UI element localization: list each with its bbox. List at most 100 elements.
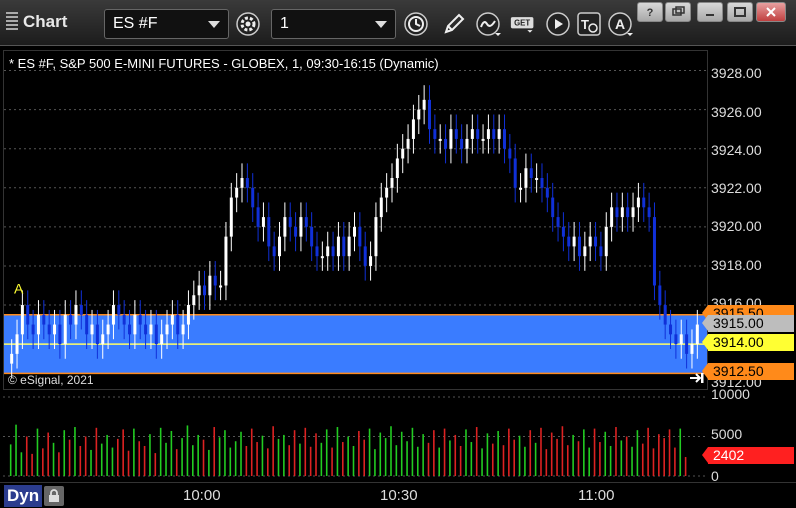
price-bar <box>540 178 544 188</box>
price-bar <box>53 324 57 335</box>
price-bar <box>85 314 89 335</box>
alert-icon: A <box>608 12 633 36</box>
play-button[interactable] <box>543 9 573 39</box>
last-volume-tag: 2402 <box>702 447 794 464</box>
price-bar <box>160 334 164 345</box>
restore-button[interactable] <box>665 2 691 22</box>
price-bar <box>620 207 624 218</box>
price-bar <box>642 197 646 208</box>
get-data-button[interactable]: GET <box>506 9 540 39</box>
lock-icon <box>49 489 59 502</box>
time-tick: 11:00 <box>578 487 615 504</box>
price-bar <box>663 305 667 325</box>
price-bar <box>336 236 340 257</box>
price-bar <box>331 246 335 257</box>
symbol-select[interactable]: ES #F <box>104 9 229 39</box>
price-bar <box>347 236 351 257</box>
price-bar <box>15 334 19 354</box>
price-bar <box>106 324 110 335</box>
price-bar <box>369 256 373 266</box>
svg-text:A: A <box>615 16 625 32</box>
lock-button[interactable] <box>44 486 64 506</box>
price-bar <box>529 168 533 179</box>
price-bar <box>577 236 581 257</box>
study-wave-icon <box>476 12 501 36</box>
alert-button[interactable]: A <box>605 9 635 39</box>
minimize-button[interactable] <box>697 2 723 22</box>
window-title[interactable]: Chart <box>6 12 67 32</box>
draw-tool-button[interactable] <box>439 9 469 39</box>
price-bar <box>245 178 249 188</box>
price-bar <box>133 314 137 335</box>
studies-button[interactable] <box>473 9 503 39</box>
volume-tick: 10000 <box>711 386 750 402</box>
close-button[interactable] <box>756 2 786 22</box>
price-bar <box>197 285 201 296</box>
price-bar <box>524 168 528 188</box>
price-bar <box>508 148 512 159</box>
symbol-value: ES #F <box>113 15 158 32</box>
price-bar <box>10 353 14 364</box>
interval-settings-button[interactable] <box>401 9 431 39</box>
volume-pane[interactable] <box>3 395 708 482</box>
price-tick: 3918.00 <box>711 257 762 273</box>
price-bar <box>353 226 356 237</box>
price-bar <box>685 334 689 354</box>
price-axis[interactable]: 3928.00 3926.00 3924.00 3922.00 3920.00 … <box>702 50 796 390</box>
price-bar <box>20 305 24 335</box>
price-bar <box>422 99 426 110</box>
price-bar <box>438 138 442 141</box>
maximize-button[interactable] <box>727 2 753 22</box>
toolbar: Chart ES #F 1 GET T A ? <box>0 0 796 46</box>
price-bar <box>283 217 287 237</box>
band-mid-tag: 3914.00 <box>702 334 794 351</box>
help-button[interactable]: ? <box>637 2 663 22</box>
price-bar <box>460 138 464 149</box>
time-axis[interactable]: Dyn 10:00 10:30 11:00 <box>0 482 796 508</box>
price-bar <box>401 148 405 159</box>
price-bar <box>636 197 640 208</box>
price-bar <box>647 207 651 218</box>
price-bar <box>256 207 260 227</box>
price-bar <box>278 236 282 257</box>
drag-grip-icon[interactable] <box>6 12 18 32</box>
price-bar <box>556 217 560 227</box>
price-bar <box>176 314 180 335</box>
price-bar <box>545 187 549 198</box>
price-bar <box>224 236 228 286</box>
interval-select[interactable]: 1 <box>271 9 396 39</box>
price-bar <box>122 314 126 325</box>
symbol-settings-button[interactable] <box>233 9 263 39</box>
price-tick: 3924.00 <box>711 142 762 158</box>
price-bar <box>594 236 598 247</box>
volume-axis[interactable]: 10000 5000 0 2402 <box>702 386 796 484</box>
price-bar <box>411 119 415 139</box>
price-bar <box>320 256 324 259</box>
price-bar <box>551 197 555 218</box>
svg-text:GET: GET <box>514 19 530 28</box>
price-bar <box>690 344 694 354</box>
price-bar <box>561 226 565 237</box>
price-bar <box>235 187 239 198</box>
price-chart-pane[interactable]: A * ES #F, S&P 500 E-MINI FUTURES - GLOB… <box>3 50 708 390</box>
price-bar <box>610 207 614 227</box>
price-bar <box>272 246 276 257</box>
price-bar <box>26 305 30 325</box>
price-bar <box>449 129 453 149</box>
time-sync-icon: T <box>577 12 601 36</box>
time-sync-button[interactable]: T <box>574 9 604 39</box>
price-bar <box>144 324 148 335</box>
last-price-tag: 3915.00 <box>702 315 794 332</box>
price-bar <box>363 246 367 266</box>
price-bar <box>535 178 539 181</box>
interval-value: 1 <box>280 15 289 32</box>
price-bar <box>203 285 207 296</box>
dynamic-mode-label[interactable]: Dyn <box>4 485 43 507</box>
price-bar <box>513 158 517 188</box>
price-bar <box>497 129 501 139</box>
price-bar <box>481 138 485 141</box>
price-chart-svg: A <box>4 70 707 379</box>
volume-chart-svg <box>3 396 708 477</box>
help-icon: ? <box>647 7 654 18</box>
price-bar <box>181 324 185 335</box>
